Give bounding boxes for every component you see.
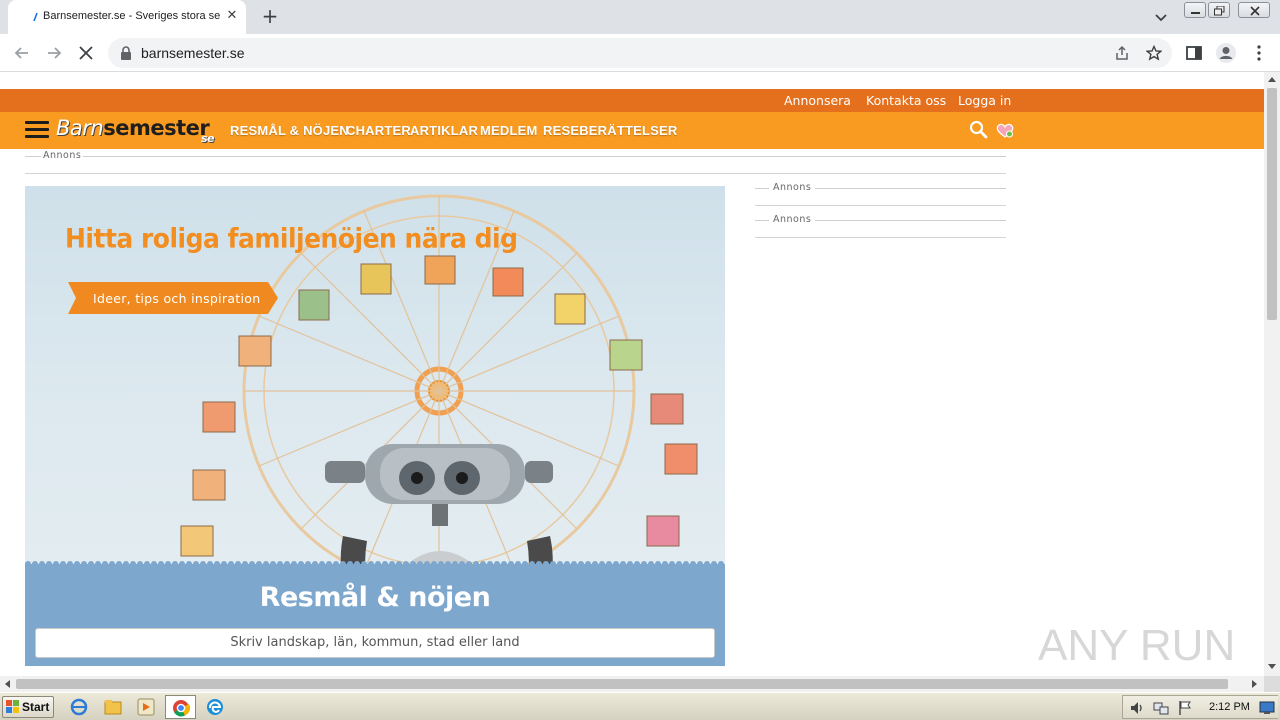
page-viewport: Annonsera Kontakta oss Logga in Barnseme… bbox=[0, 72, 1264, 676]
bookmark-star-icon[interactable] bbox=[1146, 45, 1162, 61]
lock-icon bbox=[121, 46, 131, 60]
ad-slot-top: Annons bbox=[25, 148, 1006, 166]
favorites-heart-icon[interactable] bbox=[996, 122, 1014, 139]
horizontal-scrollbar[interactable] bbox=[0, 676, 1264, 692]
site-top-bar: Annonsera Kontakta oss Logga in bbox=[0, 89, 1264, 112]
browser-tab[interactable]: Barnsemester.se - Sveriges stora se ✕ bbox=[8, 0, 246, 34]
advertise-link[interactable]: Annonsera bbox=[784, 93, 851, 108]
network-icon[interactable] bbox=[1153, 700, 1169, 716]
ad-label: Annons bbox=[773, 214, 812, 225]
show-desktop-icon[interactable] bbox=[1259, 700, 1275, 716]
scroll-right-icon[interactable] bbox=[1252, 680, 1258, 688]
ad-slot-side-2: Annons bbox=[755, 212, 1006, 230]
back-icon[interactable] bbox=[11, 42, 33, 64]
internet-explorer-icon[interactable] bbox=[70, 698, 88, 716]
file-explorer-icon[interactable] bbox=[104, 698, 122, 716]
scroll-down-icon[interactable] bbox=[1268, 664, 1276, 670]
chrome-taskbar-button[interactable] bbox=[165, 695, 196, 719]
browser-toolbar: barnsemester.se bbox=[0, 34, 1280, 72]
clock: 2:12 PM bbox=[1209, 701, 1250, 713]
site-logo[interactable]: Barnsemester se bbox=[56, 116, 215, 145]
volume-icon[interactable] bbox=[1129, 700, 1145, 716]
nav-charter[interactable]: CHARTER bbox=[346, 123, 411, 138]
logo-part-barn: Barn bbox=[56, 116, 104, 140]
vertical-scrollbar[interactable] bbox=[1264, 72, 1280, 676]
login-link[interactable]: Logga in bbox=[958, 93, 1011, 108]
menu-dots-icon[interactable] bbox=[1250, 44, 1268, 62]
chrome-icon bbox=[173, 700, 190, 717]
inspiration-button[interactable]: Ideer, tips och inspiration bbox=[93, 291, 260, 306]
edge-icon[interactable] bbox=[206, 698, 224, 716]
stop-loading-icon[interactable] bbox=[75, 42, 97, 64]
media-player-icon[interactable] bbox=[137, 698, 155, 716]
nav-articles[interactable]: ARTIKLAR bbox=[410, 123, 478, 138]
logo-part-se: se bbox=[201, 132, 215, 145]
system-tray: 2:12 PM bbox=[1122, 695, 1278, 719]
panel-title: Resmål & nöjen bbox=[259, 582, 491, 613]
nav-travel-stories[interactable]: RESEBERÄTTELSER bbox=[543, 123, 677, 138]
anyrun-watermark: ANY RUN bbox=[1038, 621, 1235, 670]
action-center-flag-icon[interactable] bbox=[1177, 700, 1193, 716]
destination-search-input[interactable]: Skriv landskap, län, kommun, stad eller … bbox=[35, 628, 715, 658]
tab-title: Barnsemester.se - Sveriges stora se bbox=[43, 10, 221, 22]
restore-button[interactable] bbox=[1208, 2, 1230, 18]
minimize-button[interactable] bbox=[1184, 2, 1206, 18]
profile-avatar-icon[interactable] bbox=[1215, 42, 1237, 64]
hero-banner: Hitta roliga familjenöjen nära dig Ideer… bbox=[25, 186, 725, 666]
close-tab-icon[interactable]: ✕ bbox=[225, 9, 239, 23]
ad-label: Annons bbox=[43, 150, 82, 161]
start-label: Start bbox=[22, 700, 50, 714]
windows-taskbar: Start 2:12 PM bbox=[0, 692, 1280, 720]
loading-icon bbox=[33, 13, 38, 21]
scrollbar-corner bbox=[1264, 676, 1280, 692]
tab-search-icon[interactable] bbox=[1153, 9, 1169, 25]
ad-slot-side-1: Annons bbox=[755, 180, 1006, 198]
hero-title: Hitta roliga familjenöjen nära dig bbox=[65, 223, 518, 254]
tab-strip: Barnsemester.se - Sveriges stora se ✕ + bbox=[0, 0, 1280, 34]
watermark-any: ANY RUN bbox=[1038, 621, 1235, 670]
restore-icon bbox=[1214, 6, 1225, 16]
scroll-up-icon[interactable] bbox=[1268, 76, 1276, 82]
close-window-button[interactable] bbox=[1238, 2, 1270, 18]
divider bbox=[755, 237, 1006, 238]
new-tab-icon[interactable]: + bbox=[260, 6, 280, 27]
address-bar[interactable]: barnsemester.se bbox=[108, 38, 1172, 68]
search-icon[interactable] bbox=[969, 120, 988, 139]
windows-flag-icon bbox=[6, 700, 19, 713]
url-text: barnsemester.se bbox=[141, 45, 245, 61]
start-button[interactable]: Start bbox=[2, 696, 54, 718]
share-icon[interactable] bbox=[1114, 45, 1130, 61]
nav-member[interactable]: MEDLEM bbox=[480, 123, 538, 138]
scroll-left-icon[interactable] bbox=[4, 680, 10, 688]
vertical-scroll-thumb[interactable] bbox=[1267, 88, 1277, 320]
logo-part-semester: semester bbox=[103, 116, 210, 140]
close-icon bbox=[1250, 6, 1260, 16]
forward-icon[interactable] bbox=[43, 42, 65, 64]
hamburger-menu-icon[interactable] bbox=[25, 121, 49, 139]
ad-label: Annons bbox=[773, 182, 812, 193]
divider bbox=[755, 205, 1006, 206]
nav-destinations[interactable]: RESMÅL & NÖJEN bbox=[230, 123, 349, 138]
minimize-icon bbox=[1191, 12, 1200, 14]
contact-link[interactable]: Kontakta oss bbox=[866, 93, 946, 108]
side-panel-icon[interactable] bbox=[1185, 44, 1203, 62]
main-navigation: Barnsemester se RESMÅL & NÖJEN CHARTER A… bbox=[0, 112, 1264, 149]
horizontal-scroll-thumb[interactable] bbox=[16, 679, 1228, 689]
divider bbox=[25, 173, 1006, 174]
